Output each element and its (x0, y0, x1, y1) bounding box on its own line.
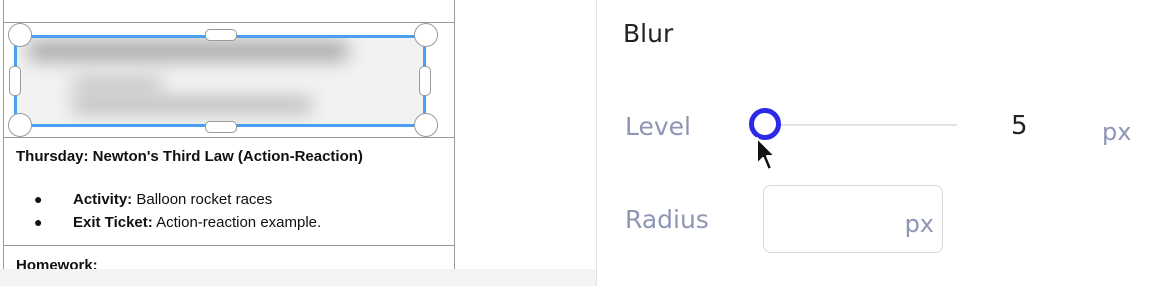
list-item-label: Activity: (73, 191, 133, 208)
resize-handle-bottom[interactable] (205, 121, 237, 133)
selection-box[interactable] (14, 35, 426, 127)
level-value: 5 (1011, 111, 1028, 141)
list-item-text: Action-reaction example. (152, 214, 322, 231)
resize-handle-right[interactable] (419, 66, 431, 96)
homework-heading: Homework: (16, 257, 98, 269)
level-label: Level (625, 112, 691, 141)
radius-label: Radius (625, 205, 709, 234)
table-border-right (454, 0, 455, 269)
resize-handle-top[interactable] (205, 29, 237, 41)
level-slider-track[interactable] (763, 124, 957, 126)
table-border-top (3, 22, 455, 23)
table-border-left (3, 0, 4, 269)
table-row-divider (3, 245, 455, 246)
resize-handle-top-right[interactable] (414, 23, 438, 47)
list-item-label: Exit Ticket: (73, 214, 153, 231)
document-page: Thursday: Newton's Third Law (Action-Rea… (0, 0, 456, 269)
resize-handle-top-left[interactable] (8, 23, 32, 47)
radius-input[interactable]: px (763, 185, 943, 253)
table-row-divider (3, 137, 455, 138)
document-heading: Thursday: Newton's Third Law (Action-Rea… (16, 148, 363, 165)
bullet: ● (34, 214, 43, 230)
list-item: ● Exit Ticket: Action-reaction example. (34, 214, 321, 231)
level-unit: px (1102, 118, 1132, 146)
document-canvas[interactable]: Thursday: Newton's Third Law (Action-Rea… (0, 0, 596, 286)
bullet: ● (34, 191, 43, 207)
radius-unit: px (904, 210, 934, 238)
resize-handle-bottom-right[interactable] (414, 113, 438, 137)
arrow-cursor-icon (756, 137, 776, 171)
blur-properties-panel: Blur Level 5 px Radius px (597, 0, 1170, 286)
panel-title: Blur (623, 19, 674, 48)
resize-handle-bottom-left[interactable] (8, 113, 32, 137)
list-item-text: Balloon rocket races (132, 191, 273, 208)
list-item: ● Activity: Balloon rocket races (34, 191, 272, 208)
canvas-background (0, 269, 596, 286)
resize-handle-left[interactable] (9, 66, 21, 96)
